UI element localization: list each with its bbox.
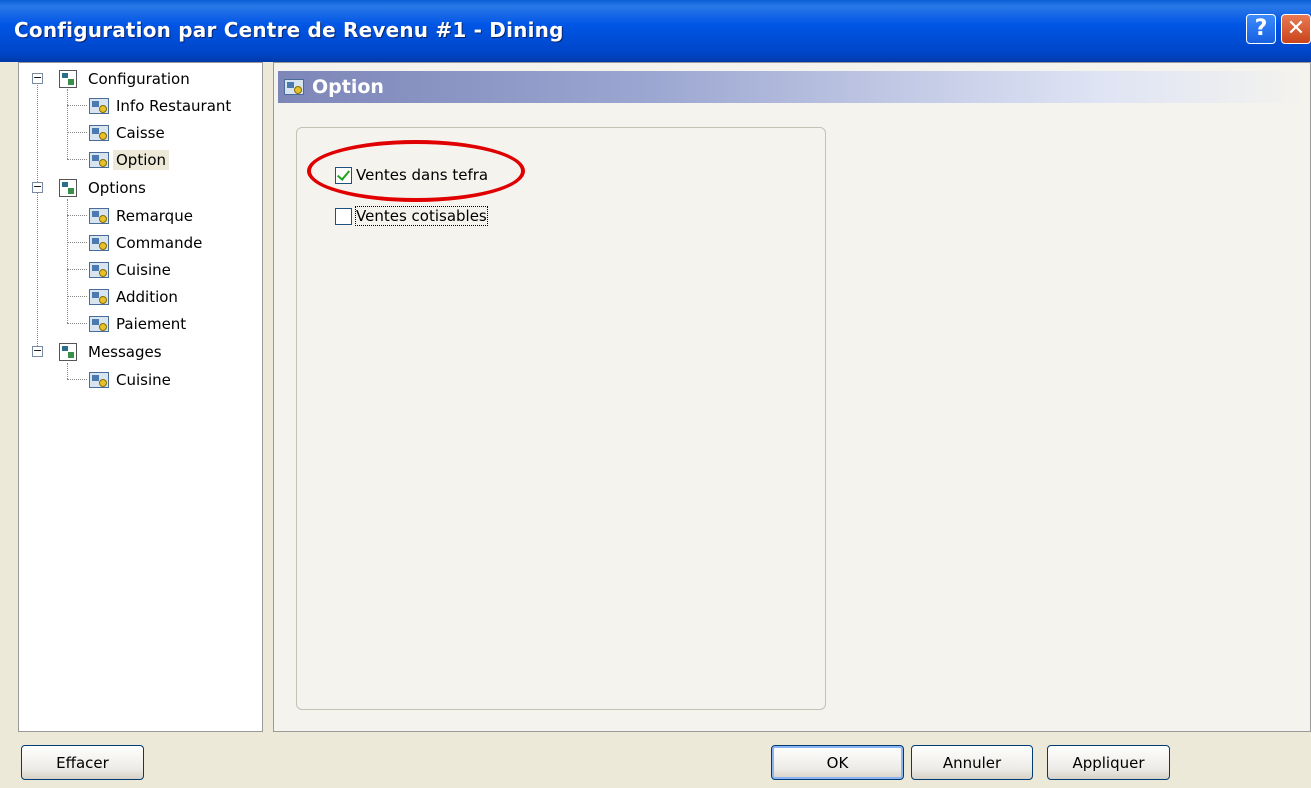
panel-title: Option [312, 76, 384, 98]
tree-line [67, 323, 87, 324]
tree-item-label: Info Restaurant [116, 97, 232, 115]
tree-item-option[interactable]: Option [89, 149, 170, 171]
tree-line [67, 296, 87, 297]
settings-page-icon [284, 79, 304, 95]
tree-line [67, 89, 68, 159]
tree-item-info-restaurant[interactable]: Info Restaurant [89, 95, 234, 117]
tree-line [67, 199, 68, 323]
collapse-icon[interactable]: − [32, 181, 43, 193]
tree-item-label: Caisse [116, 124, 165, 142]
tree-item-label: Addition [116, 288, 178, 306]
settings-page-icon [89, 152, 109, 168]
settings-page-icon [89, 98, 109, 114]
settings-page-icon [89, 316, 109, 332]
tree-folder-icon [59, 70, 77, 88]
checkbox-unchecked-icon[interactable] [335, 207, 352, 225]
tree-group-label: Options [88, 179, 146, 197]
tree-item-label: Commande [116, 234, 203, 252]
tree-line [67, 105, 87, 106]
help-icon: ? [1254, 16, 1268, 41]
tree-line [37, 85, 38, 350]
tree-folder-icon [59, 179, 77, 197]
checkbox-checked-icon[interactable] [335, 166, 352, 184]
tree-line [67, 363, 68, 379]
collapse-icon[interactable]: − [32, 72, 43, 84]
tree-group-label: Messages [88, 343, 162, 361]
tree-item-label: Remarque [116, 207, 193, 225]
options-groupbox: Ventes dans tefra Ventes cotisables [296, 127, 826, 710]
settings-page-icon [89, 208, 109, 224]
tree-item-label: Cuisine [116, 261, 171, 279]
tree-item-label: Paiement [116, 315, 187, 333]
window-title: Configuration par Centre de Revenu #1 - … [14, 18, 564, 42]
tree-line [67, 132, 87, 133]
tree-item-commande[interactable]: Commande [89, 232, 205, 254]
checkbox-label: Ventes dans tefra [356, 166, 489, 184]
help-button[interactable]: ? [1246, 14, 1276, 44]
clear-button[interactable]: Effacer [21, 745, 144, 780]
checkbox-label: Ventes cotisables [355, 206, 488, 226]
tree-folder-icon [59, 343, 77, 361]
tree-item-messages-cuisine[interactable]: Cuisine [89, 369, 174, 391]
tree-item-label: Option [113, 150, 170, 170]
tree-item-addition[interactable]: Addition [89, 286, 181, 308]
tree-item-remarque[interactable]: Remarque [89, 205, 196, 227]
tree-item-caisse[interactable]: Caisse [89, 122, 168, 144]
tree-line [67, 215, 87, 216]
tree-item-paiement[interactable]: Paiement [89, 313, 189, 335]
tree-item-cuisine[interactable]: Cuisine [89, 259, 174, 281]
tree-line [67, 242, 87, 243]
settings-page-icon [89, 372, 109, 388]
ok-button[interactable]: OK [771, 745, 904, 780]
tree-item-label: Cuisine [116, 371, 171, 389]
tree-group-messages[interactable]: Messages [59, 341, 165, 363]
tree-group-label: Configuration [88, 70, 190, 88]
settings-page-icon [89, 125, 109, 141]
apply-button[interactable]: Appliquer [1047, 745, 1170, 780]
cancel-button[interactable]: Annuler [911, 745, 1033, 780]
tree-line [67, 269, 87, 270]
close-button[interactable]: ✕ [1281, 14, 1311, 44]
collapse-icon[interactable]: − [32, 345, 43, 357]
tree-group-configuration[interactable]: Configuration [59, 68, 193, 90]
close-icon: ✕ [1286, 16, 1306, 41]
settings-panel: Option Ventes dans tefra Ventes cotisabl… [273, 62, 1311, 732]
settings-page-icon [89, 289, 109, 305]
navigation-tree[interactable]: − Configuration Info Restaurant Caisse O… [18, 62, 263, 732]
settings-page-icon [89, 262, 109, 278]
panel-header: Option [278, 71, 1306, 103]
tree-group-options[interactable]: Options [59, 177, 149, 199]
settings-page-icon [89, 235, 109, 251]
checkbox-ventes-dans-tefra[interactable]: Ventes dans tefra [335, 166, 488, 184]
tree-line [67, 379, 87, 380]
tree-line [67, 159, 87, 160]
checkbox-ventes-cotisables[interactable]: Ventes cotisables [335, 206, 488, 226]
title-bar[interactable]: Configuration par Centre de Revenu #1 - … [0, 0, 1311, 62]
